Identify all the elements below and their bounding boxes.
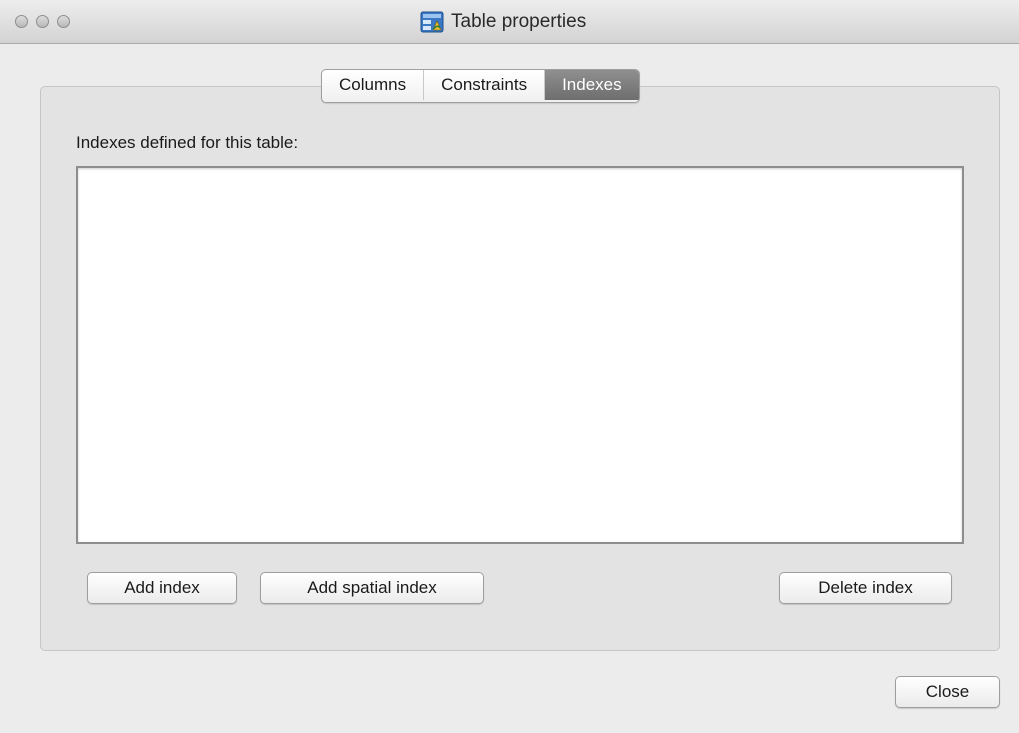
tab-bar: Columns Constraints Indexes (321, 69, 640, 103)
delete-index-button[interactable]: Delete index (779, 572, 952, 604)
tab-indexes[interactable]: Indexes (545, 70, 639, 100)
close-button[interactable]: Close (895, 676, 1000, 708)
indexes-list-label: Indexes defined for this table: (76, 133, 299, 152)
indexes-list[interactable] (76, 166, 964, 544)
minimize-window-button[interactable] (36, 15, 49, 28)
tab-columns[interactable]: Columns (322, 70, 425, 100)
tab-constraints[interactable]: Constraints (424, 70, 546, 100)
add-spatial-index-button[interactable]: Add spatial index (260, 572, 484, 604)
window-title-area: Table properties (420, 10, 586, 34)
database-table-icon (420, 11, 444, 33)
add-index-button[interactable]: Add index (87, 572, 237, 604)
table-properties-window: Table properties Columns Constraints Ind… (0, 0, 1019, 733)
window-title: Table properties (451, 11, 587, 32)
title-bar: Table properties (0, 0, 1019, 44)
close-window-button[interactable] (15, 15, 28, 28)
zoom-window-button[interactable] (57, 15, 70, 28)
